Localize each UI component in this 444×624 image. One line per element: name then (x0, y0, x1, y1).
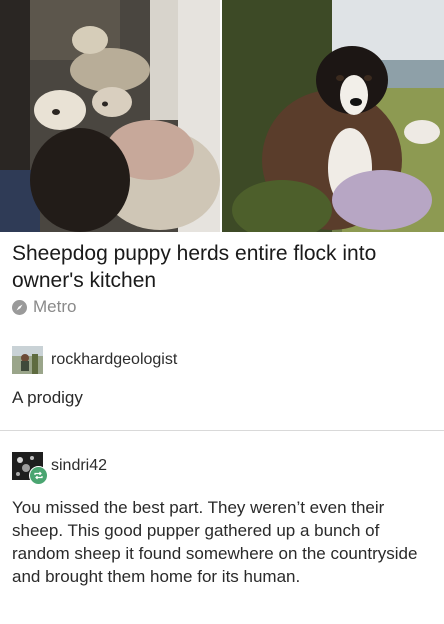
username[interactable]: sindri42 (51, 457, 107, 475)
username[interactable]: rockhardgeologist (51, 351, 177, 369)
divider (0, 430, 444, 431)
sheepdog-puppy-photo[interactable] (222, 0, 444, 232)
avatar[interactable] (12, 346, 43, 374)
post-rockhardgeologist: rockhardgeologist A prodigy (12, 346, 432, 409)
article-headline[interactable]: Sheepdog puppy herds entire flock into o… (12, 240, 432, 294)
sheep-in-kitchen-photo[interactable] (0, 0, 220, 232)
post-text: You missed the best part. They weren’t e… (12, 498, 418, 586)
reblog-icon (29, 466, 48, 485)
compass-icon (12, 299, 27, 315)
source-label: Metro (33, 297, 77, 316)
avatar[interactable] (12, 452, 48, 485)
post-text: A prodigy (12, 388, 83, 407)
article-photos[interactable] (0, 0, 444, 232)
post-sindri42: sindri42 You missed the best part. They … (12, 452, 432, 588)
article-source[interactable]: Metro (12, 296, 76, 318)
